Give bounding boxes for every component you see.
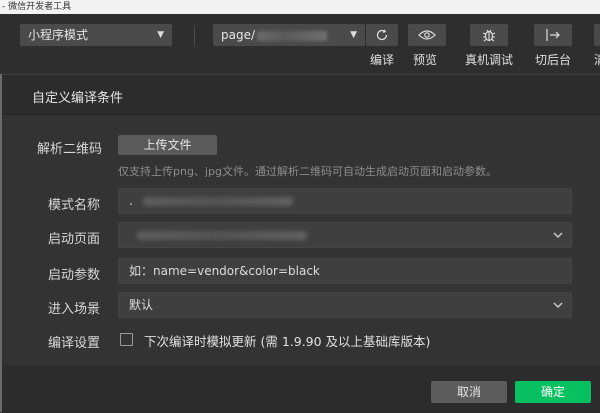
- caret-down-icon: ▼: [157, 30, 164, 40]
- clear-cache-button[interactable]: [594, 24, 600, 46]
- redacted-text: [257, 30, 328, 41]
- window-title-strip: - 微信开发者工具: [0, 0, 600, 14]
- redacted-text: [143, 197, 293, 206]
- simulate-update-label: 下次编译时模拟更新 (需 1.9.90 及以上基础库版本): [144, 334, 431, 349]
- scene-label: 进入场景: [47, 302, 100, 317]
- mode-name-value: .: [129, 194, 133, 208]
- page-select[interactable]: page/ ▼: [213, 24, 365, 46]
- simulate-update-checkbox[interactable]: [120, 333, 133, 346]
- window-title: - 微信开发者工具: [2, 2, 72, 12]
- scene-select[interactable]: 默认: [118, 292, 572, 318]
- cancel-button[interactable]: 取消: [431, 381, 507, 403]
- custom-compile-dialog: 自定义编译条件 解析二维码 上传文件 仅支持上传png、jpg文件。通过解析二维…: [2, 74, 600, 413]
- refresh-icon: [376, 29, 388, 41]
- mode-select-value: 小程序模式: [28, 28, 89, 42]
- main-toolbar: 小程序模式 ▼ page/ ▼ 编译 预览 真机调试 切后台: [0, 14, 600, 74]
- confirm-button[interactable]: 确定: [515, 381, 591, 403]
- eye-icon: [418, 30, 436, 40]
- dialog-header: 自定义编译条件: [2, 75, 600, 115]
- toolbar-divider: [194, 26, 195, 46]
- preview-label: 预览: [413, 53, 438, 67]
- switch-background-label: 切后台: [535, 53, 572, 67]
- mode-select[interactable]: 小程序模式 ▼: [20, 24, 172, 46]
- launch-params-placeholder: 如：name=vendor&color=black: [129, 264, 320, 278]
- chevron-down-icon: [553, 302, 563, 308]
- remote-debug-button[interactable]: [470, 24, 508, 46]
- redacted-text: [137, 231, 307, 240]
- clear-cache-label: 清: [594, 51, 600, 68]
- launch-params-input[interactable]: 如：name=vendor&color=black: [118, 258, 572, 284]
- launch-params-label: 启动参数: [47, 268, 100, 283]
- scene-value: 默认: [129, 298, 154, 312]
- dialog-footer: 取消 确定: [2, 365, 600, 413]
- dialog-title: 自定义编译条件: [32, 91, 124, 106]
- mode-name-label: 模式名称: [47, 198, 100, 213]
- qrcode-label: 解析二维码: [36, 142, 102, 157]
- compile-settings-label: 编译设置: [47, 336, 100, 351]
- preview-button[interactable]: [408, 24, 446, 46]
- chevron-down-icon: [553, 232, 563, 238]
- remote-debug-label: 真机调试: [465, 53, 514, 67]
- switch-background-button[interactable]: [534, 24, 572, 46]
- mode-name-input[interactable]: .: [118, 188, 572, 214]
- caret-down-icon: ▼: [350, 30, 357, 40]
- page-select-value: page/: [221, 28, 256, 42]
- bug-icon: [482, 29, 496, 42]
- upload-file-button[interactable]: 上传文件: [118, 135, 217, 155]
- compile-label: 编译: [370, 53, 395, 67]
- qrcode-hint: 仅支持上传png、jpg文件。通过解析二维码可自动生成启动页面和启动参数。: [118, 165, 497, 178]
- launch-page-label: 启动页面: [47, 232, 100, 247]
- launch-page-select[interactable]: [118, 222, 572, 248]
- compile-button[interactable]: [366, 24, 398, 46]
- switch-background-icon: [546, 29, 560, 41]
